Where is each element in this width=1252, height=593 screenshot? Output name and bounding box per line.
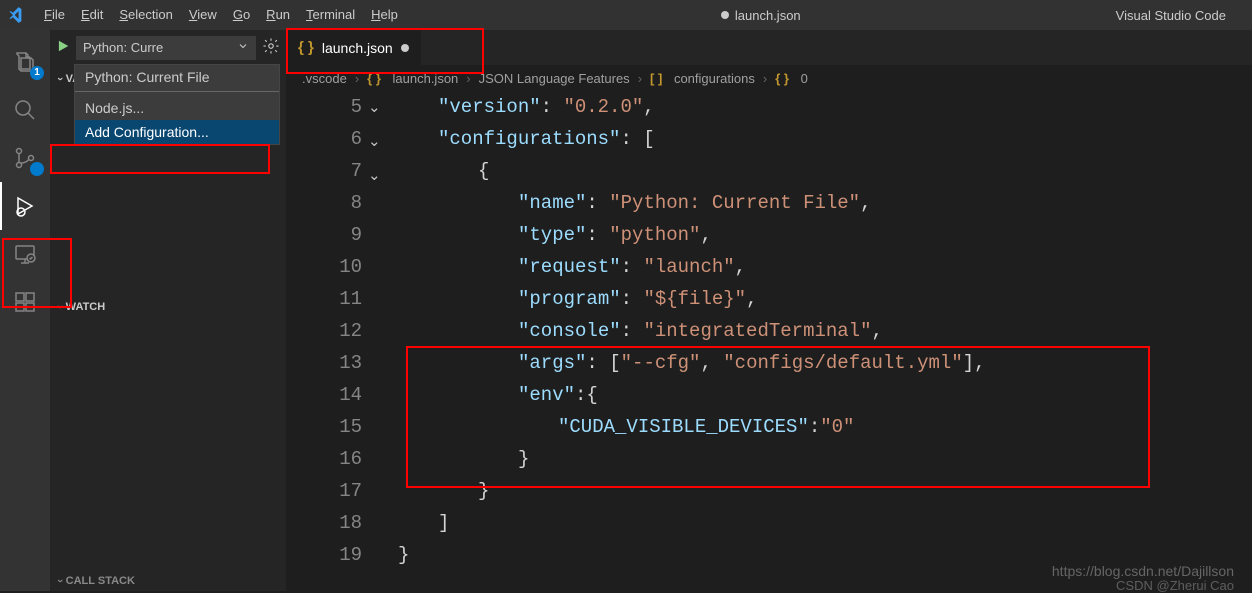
line-number-gutter: 5678910111213141516171819 bbox=[286, 91, 368, 591]
line-number: 9 bbox=[286, 219, 362, 251]
menu-selection[interactable]: Selection bbox=[111, 0, 180, 30]
fold-toggle-icon[interactable]: ⌄ bbox=[368, 91, 394, 125]
activity-bar: 1 bbox=[0, 30, 50, 591]
chevron-right-icon: › bbox=[638, 71, 642, 86]
code-content[interactable]: "version": "0.2.0","configurations": [{"… bbox=[394, 91, 1252, 591]
activity-run-debug[interactable] bbox=[0, 182, 50, 230]
line-number: 14 bbox=[286, 379, 362, 411]
chevron-down-icon: › bbox=[54, 77, 66, 81]
line-number: 15 bbox=[286, 411, 362, 443]
menu-terminal[interactable]: Terminal bbox=[298, 0, 363, 30]
menu-view[interactable]: View bbox=[181, 0, 225, 30]
line-number: 5 bbox=[286, 91, 362, 123]
code-line[interactable]: "console": "integratedTerminal", bbox=[398, 315, 1252, 347]
config-option-node[interactable]: Node.js... bbox=[75, 96, 279, 120]
menu-help[interactable]: Help bbox=[363, 0, 406, 30]
modified-dot-icon bbox=[721, 11, 729, 19]
config-dropdown-list: Python: Current File Node.js... Add Conf… bbox=[74, 64, 280, 145]
start-debug-icon[interactable] bbox=[56, 39, 70, 56]
line-number: 7 bbox=[286, 155, 362, 187]
code-line[interactable]: "request": "launch", bbox=[398, 251, 1252, 283]
menu-go[interactable]: Go bbox=[225, 0, 258, 30]
selected-config-label: Python: Curre bbox=[83, 40, 163, 55]
line-number: 17 bbox=[286, 475, 362, 507]
code-line[interactable]: "type": "python", bbox=[398, 219, 1252, 251]
editor-tabs: { } launch.json bbox=[286, 30, 1252, 65]
breadcrumb-folder[interactable]: .vscode bbox=[302, 71, 347, 86]
menu-edit[interactable]: Edit bbox=[73, 0, 111, 30]
code-line[interactable]: { bbox=[398, 155, 1252, 187]
chevron-right-icon: › bbox=[466, 71, 470, 86]
title-bar: FileEditSelectionViewGoRunTerminalHelp l… bbox=[0, 0, 1252, 30]
vscode-logo-icon bbox=[0, 6, 36, 24]
debug-sidebar: Python: Curre Python: Current File Node.… bbox=[50, 30, 286, 591]
explorer-badge: 1 bbox=[30, 66, 44, 80]
config-option-add[interactable]: Add Configuration... bbox=[75, 120, 279, 144]
scm-badge-icon bbox=[30, 162, 44, 176]
code-line[interactable]: "name": "Python: Current File", bbox=[398, 187, 1252, 219]
breadcrumb-lang[interactable]: JSON Language Features bbox=[479, 71, 630, 86]
activity-remote[interactable] bbox=[0, 230, 50, 278]
line-number: 12 bbox=[286, 315, 362, 347]
window-title: launch.json bbox=[406, 8, 1116, 23]
menu-bar: FileEditSelectionViewGoRunTerminalHelp bbox=[36, 0, 406, 30]
title-filename: launch.json bbox=[735, 8, 801, 23]
activity-source-control[interactable] bbox=[0, 134, 50, 182]
activity-search[interactable] bbox=[0, 86, 50, 134]
line-number: 11 bbox=[286, 283, 362, 315]
line-number: 13 bbox=[286, 347, 362, 379]
chevron-down-icon: › bbox=[54, 579, 66, 583]
modified-dot-icon bbox=[401, 44, 409, 52]
breadcrumb-index[interactable]: { } 0 bbox=[775, 71, 808, 86]
chevron-down-icon bbox=[237, 40, 249, 55]
line-number: 19 bbox=[286, 539, 362, 571]
fold-toggle-icon[interactable]: ⌄ bbox=[368, 125, 394, 159]
chevron-right-icon: › bbox=[763, 71, 767, 86]
debug-toolbar: Python: Curre bbox=[50, 30, 286, 65]
section-callstack[interactable]: › CALL STACK bbox=[50, 571, 286, 591]
section-watch-label: WATCH bbox=[66, 301, 106, 313]
code-line[interactable]: "env":{ bbox=[398, 379, 1252, 411]
fold-toggle-icon[interactable]: ⌄ bbox=[368, 159, 394, 193]
code-line[interactable]: "program": "${file}", bbox=[398, 283, 1252, 315]
json-file-icon: { } bbox=[298, 39, 314, 56]
watermark-text: https://blog.csdn.net/Dajillson bbox=[1052, 563, 1234, 579]
section-watch[interactable]: › WATCH bbox=[50, 297, 286, 317]
section-callstack-label: CALL STACK bbox=[66, 575, 135, 587]
app-name: Visual Studio Code bbox=[1116, 8, 1252, 23]
line-number: 16 bbox=[286, 443, 362, 475]
chevron-right-icon: › bbox=[355, 71, 359, 86]
code-editor[interactable]: 5678910111213141516171819 ⌄⌄⌄ "version":… bbox=[286, 91, 1252, 591]
code-line[interactable]: "configurations": [ bbox=[398, 123, 1252, 155]
breadcrumb[interactable]: .vscode › { } launch.json › JSON Languag… bbox=[286, 65, 1252, 91]
code-line[interactable]: "version": "0.2.0", bbox=[398, 91, 1252, 123]
fold-column: ⌄⌄⌄ bbox=[368, 91, 394, 591]
code-line[interactable]: ] bbox=[398, 507, 1252, 539]
config-gear-icon[interactable] bbox=[262, 37, 280, 58]
breadcrumb-configurations[interactable]: [ ] configurations bbox=[650, 71, 755, 86]
menu-file[interactable]: File bbox=[36, 0, 73, 30]
tab-label: launch.json bbox=[322, 40, 393, 56]
config-option-python-current[interactable]: Python: Current File bbox=[75, 65, 279, 92]
line-number: 18 bbox=[286, 507, 362, 539]
code-line[interactable]: "CUDA_VISIBLE_DEVICES":"0" bbox=[398, 411, 1252, 443]
activity-explorer[interactable]: 1 bbox=[0, 38, 50, 86]
line-number: 6 bbox=[286, 123, 362, 155]
breadcrumb-file[interactable]: { } launch.json bbox=[367, 71, 458, 86]
tab-launch-json[interactable]: { } launch.json bbox=[286, 30, 421, 65]
chevron-down-icon: › bbox=[54, 305, 66, 309]
launch-config-dropdown[interactable]: Python: Curre bbox=[76, 36, 256, 60]
line-number: 8 bbox=[286, 187, 362, 219]
code-line[interactable]: "args": ["--cfg", "configs/default.yml"]… bbox=[398, 347, 1252, 379]
code-line[interactable]: } bbox=[398, 475, 1252, 507]
editor-area: { } launch.json .vscode › { } launch.jso… bbox=[286, 30, 1252, 591]
code-line[interactable]: } bbox=[398, 443, 1252, 475]
activity-extensions[interactable] bbox=[0, 278, 50, 326]
menu-run[interactable]: Run bbox=[258, 0, 298, 30]
line-number: 10 bbox=[286, 251, 362, 283]
